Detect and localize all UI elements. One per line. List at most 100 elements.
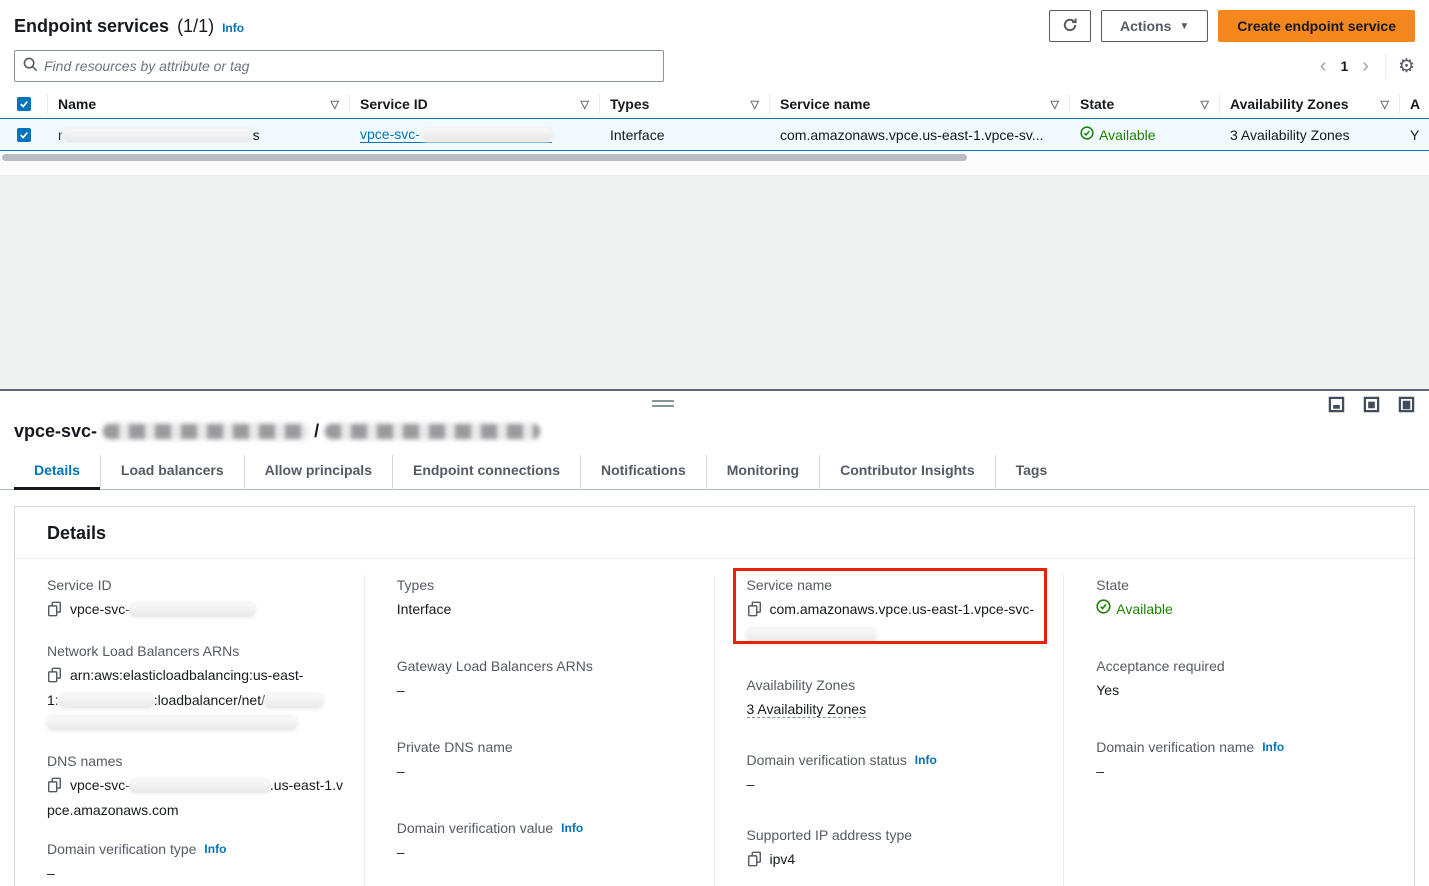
cell-service-id: vpce-svc- [350,126,600,143]
tab-notifications[interactable]: Notifications [580,455,706,490]
page-title: Endpoint services [14,16,169,37]
col-header-truncated: A [1410,96,1420,112]
col-header-availability-zones: Availability Zones [1230,96,1349,112]
actions-button[interactable]: Actions ▼ [1101,10,1208,42]
tab-endpoint-connections[interactable]: Endpoint connections [392,455,580,490]
split-panel-drag-handle[interactable] [652,400,674,410]
redaction-blur [63,129,253,142]
field-value: – [47,862,346,884]
redaction-blur [59,695,154,708]
supported-ip-value: ipv4 [770,851,796,867]
redaction-blur [130,780,270,793]
field-value: – [397,841,696,863]
redaction-blur [265,695,323,708]
pagination-current-page[interactable]: 1 [1336,58,1352,74]
field-value: – [747,773,1046,795]
redaction-blur [130,604,255,617]
field-label: State [1096,577,1396,593]
cell-availability-zones: 3 Availability Zones [1220,127,1400,143]
info-link[interactable]: Info [561,821,583,835]
col-header-service-id: Service ID [360,96,428,112]
cell-state: Available [1070,126,1220,143]
select-all-checkbox[interactable] [17,97,31,111]
field-label: Domain verification type [47,841,196,857]
tab-contributor-insights[interactable]: Contributor Insights [819,455,995,490]
name-prefix: r [58,127,63,143]
field-domain-verification-value: Domain verification valueInfo – [397,820,696,863]
field-label: Availability Zones [747,677,1046,693]
field-label: DNS names [47,753,346,769]
field-state: State Available [1096,577,1396,620]
sort-icon[interactable]: ▽ [1051,98,1059,111]
resource-id-prefix: vpce-svc- [14,421,97,442]
info-link[interactable]: Info [1262,740,1284,754]
resource-count: (1/1) [177,16,214,37]
copy-icon[interactable] [47,667,62,689]
name-suffix: s [253,127,260,143]
copy-icon[interactable] [747,601,762,623]
info-link[interactable]: Info [204,842,226,856]
field-label: Domain verification status [747,752,907,768]
detail-split-panel: vpce-svc- / Details Load balancers Allow… [0,389,1429,886]
field-label: Supported IP address type [747,827,1046,843]
sort-icon[interactable]: ▽ [1381,98,1389,111]
sort-icon[interactable]: ▽ [331,98,339,111]
refresh-button[interactable] [1049,10,1091,42]
details-column-1: Service ID vpce-svc- Network Load Balanc… [15,575,365,886]
cell-truncated: Y [1400,127,1429,143]
toolbar-divider [1385,54,1386,78]
scrollbar-thumb[interactable] [2,154,967,161]
info-link[interactable]: Info [915,753,937,767]
copy-icon[interactable] [747,851,762,873]
cell-service-name: com.amazonaws.vpce.us-east-1.vpce-sv... [770,127,1070,143]
refresh-icon [1062,17,1078,36]
panel-position-full-icon[interactable] [1398,396,1415,416]
service-id-value-prefix: vpce-svc- [70,601,130,617]
field-acceptance-required: Acceptance required Yes [1096,658,1396,701]
sort-icon[interactable]: ▽ [751,98,759,111]
field-label: Domain verification name [1096,739,1254,755]
actions-button-label: Actions [1120,18,1171,34]
nlb-arn-line2-mid: :loadbalancer/net/ [154,692,265,708]
field-value: Yes [1096,679,1396,701]
field-label: Gateway Load Balancers ARNs [397,658,696,674]
service-id-link[interactable]: vpce-svc- [360,126,552,143]
top-header-bar: Endpoint services (1/1) Info Actions ▼ C… [0,0,1429,46]
col-header-state: State [1080,96,1114,112]
redaction-blur [103,424,308,439]
field-label: Network Load Balancers ARNs [47,643,346,659]
header-info-link[interactable]: Info [222,21,244,35]
table-row[interactable]: rs vpce-svc- Interface com.amazonaws.vpc… [0,118,1429,151]
row-checkbox[interactable] [17,128,31,142]
panel-position-bottom-icon[interactable] [1328,396,1345,416]
availability-zones-link[interactable]: 3 Availability Zones [1230,127,1350,143]
panel-position-side-icon[interactable] [1363,396,1380,416]
details-column-4: State Available Acceptance required Yes [1064,575,1414,886]
cell-name: rs [48,127,350,143]
field-label: Acceptance required [1096,658,1396,674]
tab-load-balancers[interactable]: Load balancers [100,455,244,490]
pagination-next-button[interactable]: › [1358,56,1373,76]
field-service-name: Service name com.amazonaws.vpce.us-east-… [747,577,1046,645]
sort-icon[interactable]: ▽ [1201,98,1209,111]
create-endpoint-service-button[interactable]: Create endpoint service [1218,10,1415,42]
settings-gear-icon[interactable]: ⚙ [1398,55,1415,78]
horizontal-scrollbar[interactable] [0,151,1429,163]
state-text: Available [1116,598,1173,620]
tab-details[interactable]: Details [14,455,100,490]
search-input[interactable] [44,58,655,74]
availability-zones-link[interactable]: 3 Availability Zones [747,701,867,718]
copy-icon[interactable] [47,601,62,623]
sort-icon[interactable]: ▽ [581,98,589,111]
tab-tags[interactable]: Tags [995,455,1068,490]
dns-name-prefix: vpce-svc- [70,777,130,793]
copy-icon[interactable] [47,777,62,799]
tab-allow-principals[interactable]: Allow principals [244,455,392,490]
nlb-arn-line2-prefix: 1: [47,692,59,708]
service-id-prefix: vpce-svc- [360,126,420,142]
pagination-prev-button[interactable]: ‹ [1316,56,1331,76]
field-value: – [1096,760,1396,782]
search-box[interactable] [14,50,664,82]
tab-monitoring[interactable]: Monitoring [706,455,819,490]
field-domain-verification-status: Domain verification status Info – [747,752,1046,795]
